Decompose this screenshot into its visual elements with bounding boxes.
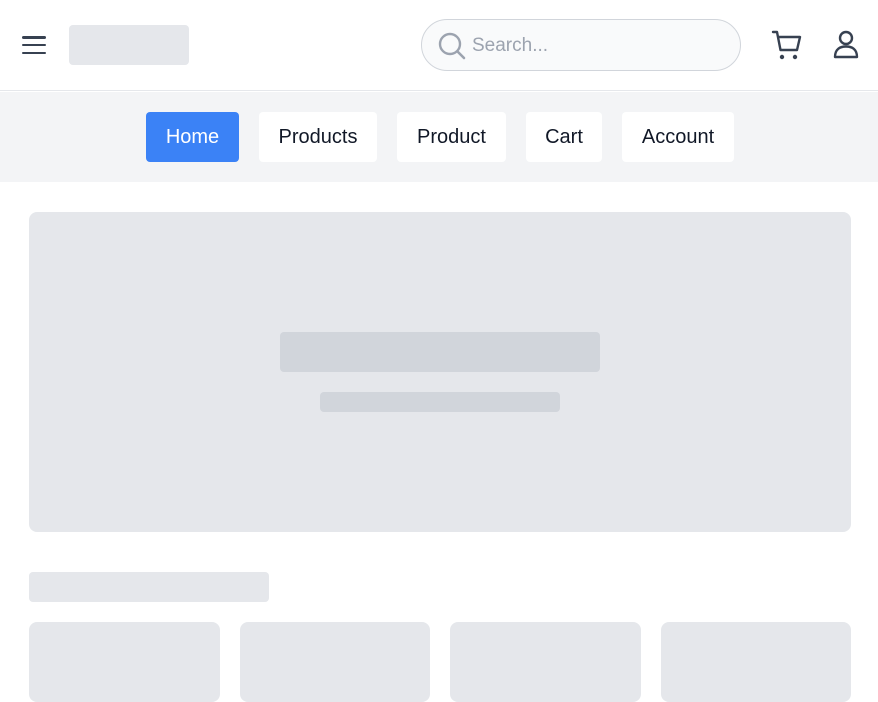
tab-account[interactable]: Account — [622, 112, 734, 162]
menu-icon-bar — [22, 36, 46, 39]
menu-icon-bar — [22, 51, 46, 54]
user-icon — [833, 30, 859, 59]
tab-home[interactable]: Home — [146, 112, 239, 162]
product-card-placeholder — [661, 622, 851, 702]
search-icon — [438, 32, 466, 60]
tab-product[interactable]: Product — [397, 112, 506, 162]
shopping-cart-icon — [771, 30, 802, 60]
product-card-placeholder — [450, 622, 641, 702]
tab-cart[interactable]: Cart — [526, 112, 602, 162]
hero-title-placeholder — [280, 332, 600, 372]
menu-icon-bar — [22, 43, 46, 47]
top-header — [0, 0, 878, 91]
logo-placeholder — [69, 25, 189, 65]
menu-button[interactable] — [22, 34, 46, 56]
product-card-placeholder — [29, 622, 220, 702]
hero-banner-placeholder — [29, 212, 851, 532]
section-heading-placeholder — [29, 572, 269, 602]
account-button[interactable] — [832, 28, 860, 62]
search-box[interactable] — [421, 19, 741, 71]
main-navigation: Home Products Product Cart Account — [0, 92, 878, 182]
tab-products[interactable]: Products — [259, 112, 377, 162]
search-input[interactable] — [472, 32, 722, 60]
cart-button[interactable] — [771, 28, 803, 62]
hero-subtitle-placeholder — [320, 392, 560, 412]
product-card-placeholder — [240, 622, 430, 702]
